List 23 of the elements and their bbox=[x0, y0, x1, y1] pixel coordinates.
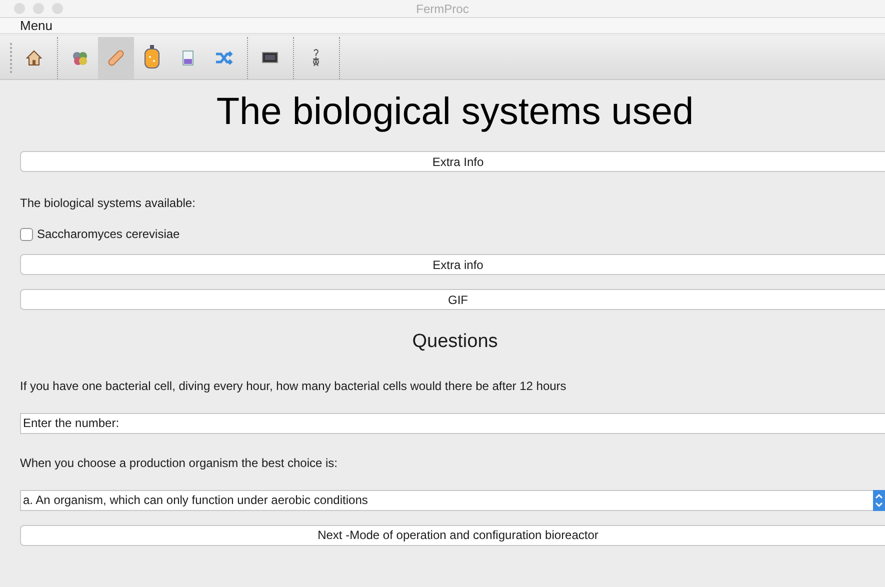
input-field[interactable]: Enter the number: bbox=[20, 412, 885, 434]
checkbox[interactable] bbox=[20, 228, 33, 240]
page-heading: The biological systems used bbox=[215, 90, 695, 135]
extra-info-button[interactable]: Extra Info bbox=[20, 151, 885, 172]
figure-icon bbox=[311, 48, 321, 68]
window-title: FermProc bbox=[416, 0, 469, 18]
dropdown[interactable]: a. An organism, which can only function under aerobic conditions bbox=[20, 490, 885, 510]
reactor-icon bbox=[143, 44, 161, 70]
gif-button[interactable]: GIF bbox=[20, 289, 885, 310]
next-button[interactable]: Next -Mode of operation and configuration bioreactor bbox=[20, 524, 885, 546]
question-text: If you have one bacterial cell, diving every hour, how many bacterial cells would there be after 12 hours bbox=[20, 378, 568, 394]
checkbox-label: Saccharomyces cerevisiae bbox=[37, 226, 180, 243]
beaker-icon bbox=[181, 50, 195, 66]
section-heading: Questions bbox=[411, 330, 499, 354]
question-text: When you choose a production organism the best choice is: bbox=[20, 454, 339, 472]
stepper-icon bbox=[873, 490, 885, 510]
shuffle-icon bbox=[215, 50, 233, 66]
menu-item[interactable]: Menu bbox=[20, 16, 53, 36]
systems-label: The biological systems available: bbox=[20, 195, 196, 212]
extra-info-button[interactable]: Extra info bbox=[20, 254, 885, 275]
monitor-icon bbox=[262, 52, 278, 63]
house-icon bbox=[25, 48, 43, 66]
cells-icon bbox=[71, 50, 89, 66]
